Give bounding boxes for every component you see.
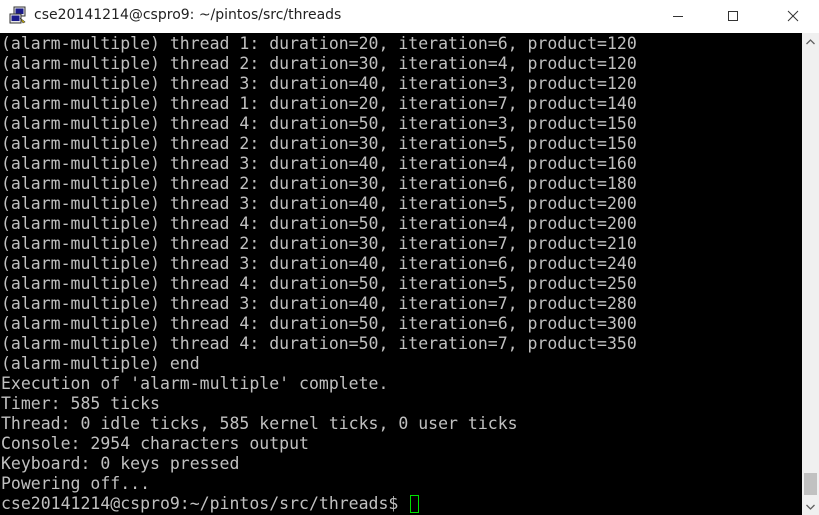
terminal-line: (alarm-multiple) thread 4: duration=50, … [1,114,637,133]
terminal-line: (alarm-multiple) thread 3: duration=40, … [1,294,637,313]
maximize-button[interactable] [710,0,756,32]
terminal-line: Powering off... [1,474,151,493]
terminal-line: (alarm-multiple) thread 3: duration=40, … [1,154,637,173]
terminal-line: (alarm-multiple) end [1,354,200,373]
maximize-icon [728,11,738,21]
terminal-line: Keyboard: 0 keys pressed [1,454,240,473]
putty-icon[interactable] [9,6,28,25]
minimize-icon [673,16,683,17]
text-cursor [410,495,420,513]
terminal-line: (alarm-multiple) thread 2: duration=30, … [1,134,637,153]
chevron-down-icon [806,504,815,510]
terminal-line: (alarm-multiple) thread 4: duration=50, … [1,334,637,353]
terminal-line: (alarm-multiple) thread 2: duration=30, … [1,54,637,73]
vertical-scrollbar[interactable] [802,33,819,515]
scrollbar-thumb[interactable] [804,473,817,495]
terminal-output[interactable]: (alarm-multiple) thread 1: duration=20, … [0,33,802,515]
shell-prompt: cse20141214@cspro9:~/pintos/src/threads$ [1,494,409,513]
terminal-line: (alarm-multiple) thread 1: duration=20, … [1,34,637,53]
terminal-line: (alarm-multiple) thread 4: duration=50, … [1,274,637,293]
prompt-line[interactable]: cse20141214@cspro9:~/pintos/src/threads$ [1,494,420,514]
terminal-line: (alarm-multiple) thread 3: duration=40, … [1,254,637,273]
terminal-line: (alarm-multiple) thread 4: duration=50, … [1,314,637,333]
window-title: cse20141214@cspro9: ~/pintos/src/threads [34,7,342,23]
close-button[interactable] [770,0,816,32]
terminal-line: (alarm-multiple) thread 3: duration=40, … [1,194,637,213]
terminal-line: (alarm-multiple) thread 2: duration=30, … [1,234,637,253]
terminal-line: (alarm-multiple) thread 4: duration=50, … [1,214,637,233]
title-bar[interactable]: cse20141214@cspro9: ~/pintos/src/threads [0,0,819,32]
terminal-line: (alarm-multiple) thread 1: duration=20, … [1,94,637,113]
scroll-up-button[interactable] [802,33,819,50]
terminal-line: (alarm-multiple) thread 3: duration=40, … [1,74,637,93]
terminal-line: (alarm-multiple) thread 2: duration=30, … [1,174,637,193]
minimize-button[interactable] [655,0,701,32]
terminal-line: Timer: 585 ticks [1,394,160,413]
terminal-line: Execution of 'alarm-multiple' complete. [1,374,389,393]
terminal-line: Console: 2954 characters output [1,434,309,453]
close-icon [787,10,799,22]
chevron-up-icon [806,38,815,44]
terminal-line: Thread: 0 idle ticks, 585 kernel ticks, … [1,414,518,433]
scroll-down-button[interactable] [802,498,819,515]
